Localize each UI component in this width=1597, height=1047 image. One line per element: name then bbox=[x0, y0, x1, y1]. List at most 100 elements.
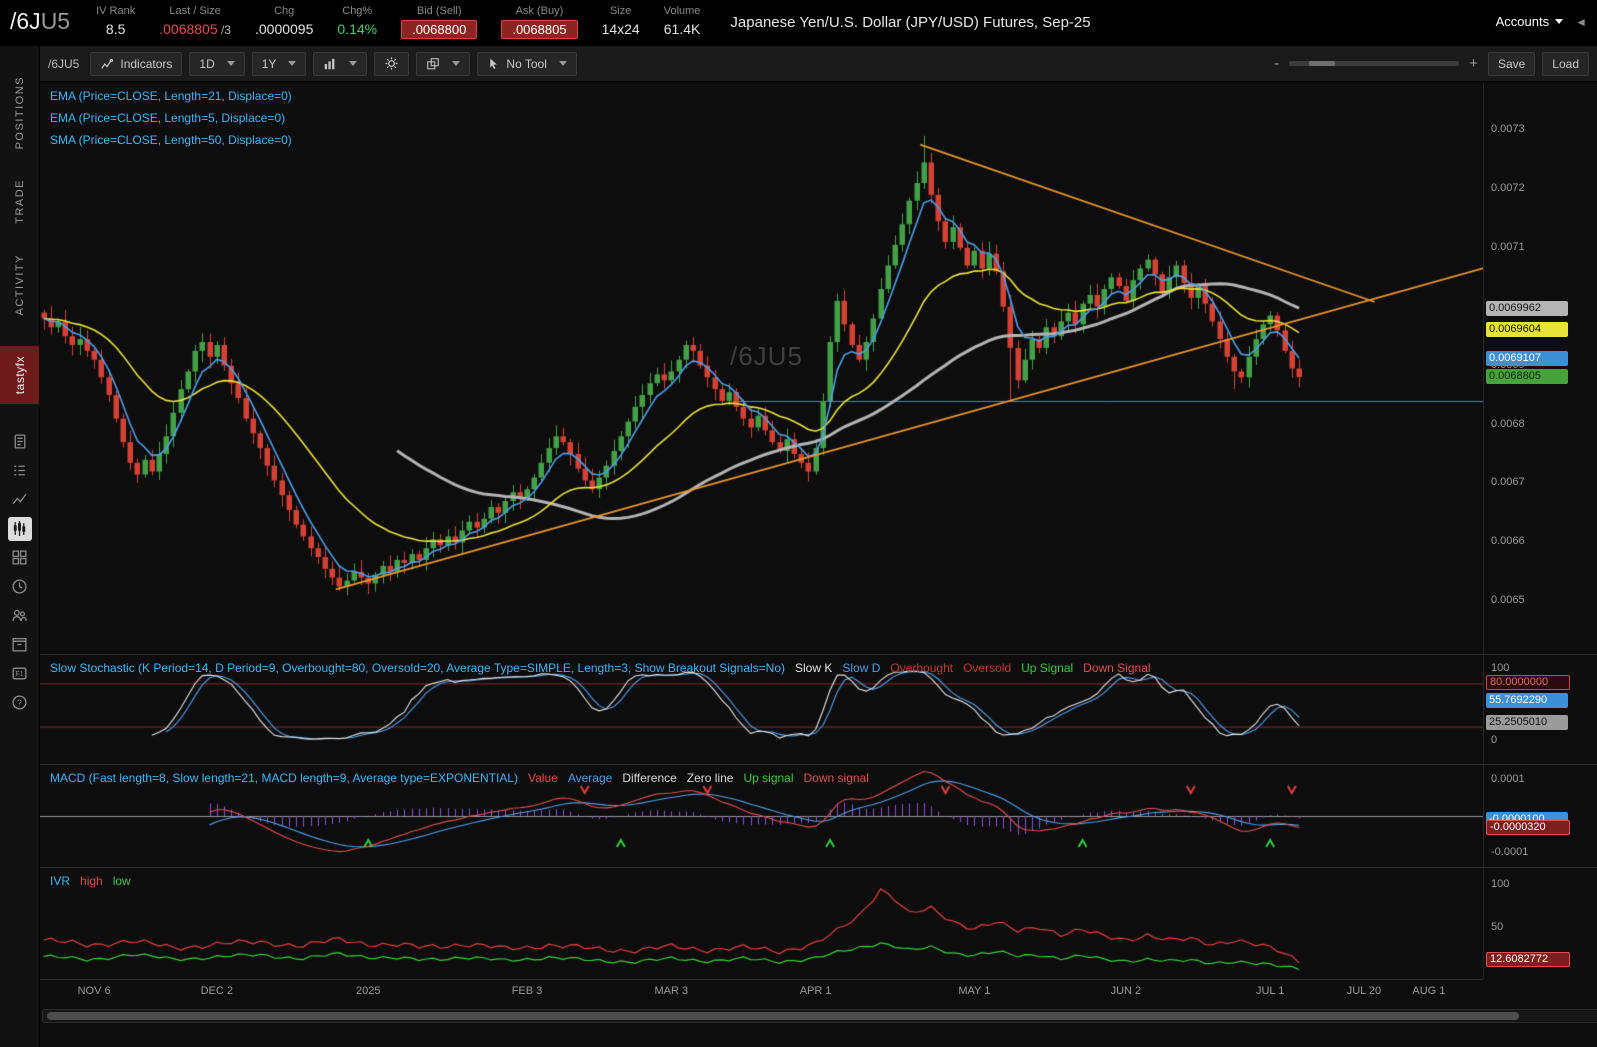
ivr-axis[interactable]: 1005012.6082772 bbox=[1483, 868, 1597, 979]
time-axis[interactable]: NOV 6DEC 22025FEB 3MAR 3APR 1MAY 1JUN 2J… bbox=[40, 979, 1483, 1004]
stat-volume: Volume 61.4K bbox=[664, 2, 701, 37]
compare-dropdown[interactable] bbox=[416, 52, 470, 76]
symbol: /6JU5 bbox=[10, 8, 70, 35]
x-axis-label: NOV 6 bbox=[78, 985, 111, 997]
symbol-root: /6J bbox=[10, 8, 41, 34]
help-icon[interactable]: ? bbox=[8, 691, 32, 715]
people-icon[interactable] bbox=[8, 604, 32, 628]
accounts-menu[interactable]: Accounts bbox=[1496, 14, 1563, 29]
instrument-title: Japanese Yen/U.S. Dollar (JPY/USD) Futur… bbox=[730, 14, 1090, 31]
tastyfx-label: tastyfx bbox=[13, 356, 27, 394]
stochastic-panel[interactable]: Slow Stochastic (K Period=14, D Period=9… bbox=[40, 654, 1597, 764]
timeframe-value: 1D bbox=[199, 57, 214, 71]
timeframe-dropdown[interactable]: 1D bbox=[189, 52, 244, 76]
sidebar-item-tastyfx[interactable]: tastyfx bbox=[0, 346, 39, 404]
axis-tick: -0.0001 bbox=[1491, 846, 1528, 858]
chart-toolbar: /6JU5 Indicators 1D 1Y No Tool - + Save … bbox=[40, 46, 1597, 82]
document-icon[interactable] bbox=[8, 430, 32, 454]
indicators-button[interactable]: Indicators bbox=[90, 52, 182, 76]
ivr-title[interactable]: IVR bbox=[50, 874, 70, 888]
stat-label: Volume bbox=[664, 5, 701, 17]
chart-module: /6JU5 Indicators 1D 1Y No Tool - + Save … bbox=[40, 46, 1597, 1047]
sidebar-item-trade[interactable]: TRADE bbox=[14, 179, 26, 224]
sidebar-item-positions[interactable]: POSITIONS bbox=[14, 76, 26, 149]
load-button[interactable]: Load bbox=[1542, 52, 1589, 76]
axis-tick: 0.0066 bbox=[1491, 535, 1525, 547]
legend-item: Zero line bbox=[687, 771, 734, 785]
scrollbar-thumb[interactable] bbox=[47, 1012, 1519, 1020]
stat-label: Bid (Sell) bbox=[401, 5, 477, 17]
chevron-down-icon bbox=[227, 61, 235, 66]
zoom-out-button[interactable]: - bbox=[1271, 55, 1282, 72]
ivr-canvas[interactable] bbox=[40, 868, 1483, 980]
stat-value: 0.14% bbox=[337, 21, 377, 37]
stat-value: 8.5 bbox=[96, 21, 135, 37]
chevron-down-icon bbox=[559, 61, 567, 66]
legend-item: Value bbox=[528, 771, 558, 785]
stat-label: IV Rank bbox=[96, 5, 135, 17]
settings-button[interactable] bbox=[374, 52, 409, 76]
save-button[interactable]: Save bbox=[1488, 52, 1535, 76]
price-axis[interactable]: 0.00730.00720.00710.00700.00690.00680.00… bbox=[1483, 83, 1597, 654]
archive-icon[interactable] bbox=[8, 633, 32, 657]
ivr-legend: highlow bbox=[70, 874, 131, 888]
sidebar-item-activity[interactable]: ACTIVITY bbox=[14, 254, 26, 316]
svg-text:?: ? bbox=[17, 698, 22, 708]
axis-tick: 0.0073 bbox=[1491, 123, 1525, 135]
axis-value-box: 0.0069107 bbox=[1486, 351, 1568, 366]
ask-button[interactable]: .0068805 bbox=[501, 20, 577, 39]
indicator-label-ema21[interactable]: EMA (Price=CLOSE, Length=21, Displace=0) bbox=[50, 89, 292, 103]
chart-type-dropdown[interactable] bbox=[313, 52, 367, 76]
drawing-tool-dropdown[interactable]: No Tool bbox=[477, 52, 576, 76]
range-dropdown[interactable]: 1Y bbox=[252, 52, 307, 76]
stat-last-size: Last / Size .0068805 /3 bbox=[159, 2, 231, 37]
stat-label: Size bbox=[602, 5, 640, 17]
legend-item: Overbought bbox=[890, 661, 953, 675]
macd-panel[interactable]: MACD (Fast length=8, Slow length=21, MAC… bbox=[40, 764, 1597, 867]
save-label: Save bbox=[1498, 57, 1525, 71]
axis-value-box: 55.7692290 bbox=[1486, 693, 1568, 708]
axis-tick: 100 bbox=[1491, 662, 1509, 674]
macd-title[interactable]: MACD (Fast length=8, Slow length=21, MAC… bbox=[50, 771, 518, 785]
collapse-panel-icon[interactable]: ◄ bbox=[1575, 15, 1587, 29]
stochastic-axis[interactable]: 100080.000000055.769229025.2505010 bbox=[1483, 655, 1597, 764]
chart-line-icon[interactable] bbox=[8, 488, 32, 512]
x-axis-label: JUL 1 bbox=[1256, 985, 1284, 997]
axis-tick: 0.0001 bbox=[1491, 773, 1525, 785]
ivr-panel[interactable]: IVRhighlow 1005012.6082772 bbox=[40, 867, 1597, 979]
axis-tick: 0.0065 bbox=[1491, 594, 1525, 606]
indicators-icon bbox=[100, 57, 114, 71]
indicator-label-ema5[interactable]: EMA (Price=CLOSE, Length=5, Displace=0) bbox=[50, 111, 285, 125]
macd-legend: ValueAverageDifferenceZero lineUp signal… bbox=[518, 771, 869, 785]
clock-icon[interactable] bbox=[8, 575, 32, 599]
main-chart-panel[interactable]: EMA (Price=CLOSE, Length=21, Displace=0)… bbox=[40, 83, 1597, 654]
zoom-slider[interactable] bbox=[1289, 61, 1459, 66]
axis-value-box: 0.0069604 bbox=[1486, 322, 1568, 337]
stat-label: Last / Size bbox=[159, 5, 231, 17]
stochastic-legend: Slow KSlow DOverboughtOversoldUp SignalD… bbox=[785, 661, 1151, 675]
legend-item: Up Signal bbox=[1021, 661, 1073, 675]
axis-value-box: 0.0068805 bbox=[1486, 369, 1568, 384]
list-icon[interactable] bbox=[8, 459, 32, 483]
x-axis-label: MAR 3 bbox=[655, 985, 689, 997]
legend-item: Down Signal bbox=[1083, 661, 1150, 675]
f1-icon[interactable]: F1 bbox=[8, 662, 32, 686]
grid-icon[interactable] bbox=[8, 546, 32, 570]
legend-item: Slow K bbox=[795, 661, 832, 675]
zoom-in-button[interactable]: + bbox=[1466, 55, 1481, 72]
zoom-slider-thumb[interactable] bbox=[1309, 61, 1335, 66]
stat-value: .0000095 bbox=[255, 21, 313, 37]
stat-label: Chg% bbox=[337, 5, 377, 17]
stat-ask: Ask (Buy) .0068805 bbox=[501, 2, 577, 39]
stat-value: 14x24 bbox=[602, 21, 640, 37]
axis-value-box: 0.0069962 bbox=[1486, 301, 1568, 316]
indicator-label-sma50[interactable]: SMA (Price=CLOSE, Length=50, Displace=0) bbox=[50, 133, 292, 147]
stochastic-title[interactable]: Slow Stochastic (K Period=14, D Period=9… bbox=[50, 661, 785, 675]
toolbar-symbol: /6JU5 bbox=[48, 57, 79, 71]
chart-candles-icon[interactable] bbox=[8, 517, 32, 541]
macd-axis[interactable]: 0.0001-0.0001-0.0000100-0.0000320 bbox=[1483, 765, 1597, 867]
scrollbar[interactable] bbox=[42, 1009, 1597, 1023]
legend-item: low bbox=[113, 874, 131, 888]
bid-button[interactable]: .0068800 bbox=[401, 20, 477, 39]
range-value: 1Y bbox=[262, 57, 277, 71]
